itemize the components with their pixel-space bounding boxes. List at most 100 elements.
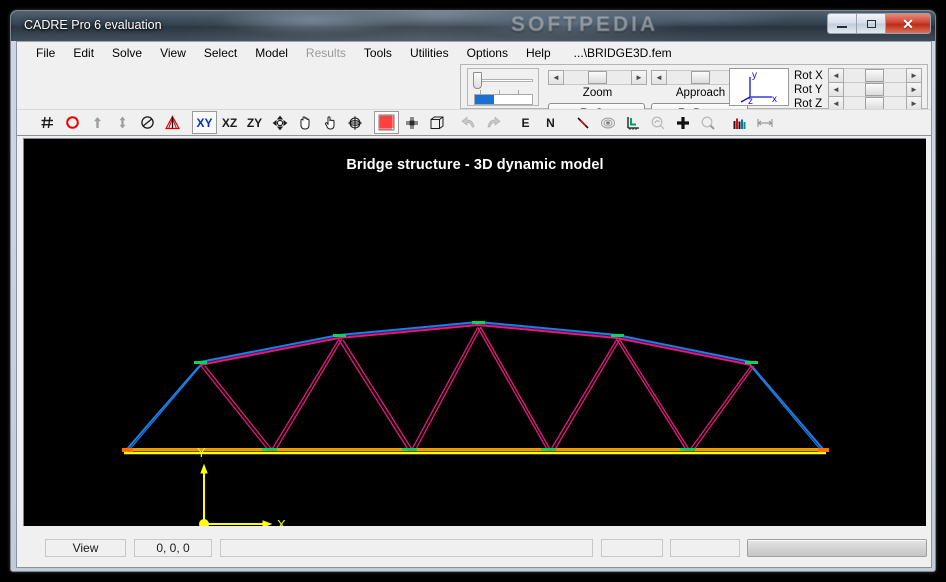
arrow-updown-icon[interactable]: [110, 111, 135, 134]
rot-x-increase-button[interactable]: ►: [906, 68, 922, 83]
status-mode-cell: View: [45, 539, 126, 557]
animation-progress-bar: [474, 94, 533, 105]
axis-y-label: Y: [197, 445, 206, 460]
zoom-out-icon[interactable]: [645, 111, 670, 134]
control-panel-frame: ◄ ► Zoom ◄ ► Approach ReSet: [460, 64, 928, 122]
zoom-in-icon[interactable]: [695, 111, 720, 134]
pointer-hand-icon[interactable]: [317, 111, 342, 134]
menu-select[interactable]: Select: [195, 44, 246, 62]
axis-preview-glyph: y x z: [740, 70, 777, 105]
menu-file[interactable]: File: [27, 44, 64, 62]
view-xz-label: XZ: [221, 115, 238, 130]
menu-tools[interactable]: Tools: [355, 44, 401, 62]
bridge-truss-model: Y X: [122, 320, 829, 526]
current-file-path: ...\BRIDGE3D.fem: [573, 46, 672, 60]
maximize-button[interactable]: [856, 13, 885, 34]
view-xy-button[interactable]: XY: [192, 111, 217, 134]
add-plus-icon[interactable]: [670, 111, 695, 134]
move-icon[interactable]: [267, 111, 292, 134]
status-field-a-cell: [601, 539, 663, 557]
maximize-icon: [866, 19, 876, 28]
rot-y-track[interactable]: [844, 82, 906, 97]
minimize-icon: [837, 25, 847, 28]
menu-utilities[interactable]: Utilities: [401, 44, 458, 62]
menu-solve[interactable]: Solve: [103, 44, 151, 62]
model-viewport[interactable]: Bridge structure - 3D dynamic model Y X: [23, 138, 926, 526]
menu-options[interactable]: Options: [458, 44, 517, 62]
svg-text:y: y: [752, 70, 757, 81]
bottom-chord-group: [124, 448, 826, 455]
bar-chart-icon[interactable]: [727, 111, 752, 134]
view-xz-button[interactable]: XZ: [217, 111, 242, 134]
line-element-icon[interactable]: [570, 111, 595, 134]
menu-view[interactable]: View: [151, 44, 195, 62]
pan-hand-icon[interactable]: [292, 111, 317, 134]
axis-orientation-preview: y x z: [729, 68, 789, 106]
element-label-e-button[interactable]: E: [513, 111, 538, 134]
rot-x-thumb[interactable]: [865, 69, 884, 82]
node-label-n-text: N: [546, 115, 555, 130]
cube-icon[interactable]: [424, 111, 449, 134]
magnitude-slider-thumb[interactable]: [473, 72, 482, 89]
rot-x-decrease-button[interactable]: ◄: [828, 68, 844, 83]
status-progress-bar: [747, 539, 927, 557]
view-zy-button[interactable]: ZY: [242, 111, 267, 134]
menu-results: Results: [305, 46, 346, 60]
application-window: SOFTPEDIA CADRE Pro 6 evaluation ✕ File …: [10, 10, 936, 572]
client-area: File Edit Solve View Select Model Result…: [16, 41, 932, 568]
status-message-cell: [220, 539, 593, 557]
rot-y-decrease-button[interactable]: ◄: [828, 82, 844, 97]
menu-edit[interactable]: Edit: [64, 44, 103, 62]
top-chord-group: [199, 320, 752, 366]
menu-bar: File Edit Solve View Select Model Result…: [17, 42, 931, 64]
node-circle-icon[interactable]: [60, 111, 85, 134]
animation-progress-fill: [475, 95, 495, 104]
view-control-panel: ◄ ► Zoom ◄ ► Approach ReSet: [17, 64, 931, 122]
view-xy-label: XY: [196, 115, 213, 130]
view-zy-label: ZY: [246, 115, 263, 130]
rot-x-track[interactable]: [844, 68, 906, 83]
minimize-button[interactable]: [827, 13, 856, 34]
axis-indicator: Y X: [197, 445, 286, 526]
zoom-increase-button[interactable]: ►: [631, 70, 647, 85]
menu-model[interactable]: Model: [246, 44, 297, 62]
approach-decrease-button[interactable]: ◄: [651, 70, 667, 85]
shell-element-icon[interactable]: [595, 111, 620, 134]
status-coordinates-cell: 0, 0, 0: [134, 539, 212, 557]
undo-icon[interactable]: [456, 111, 481, 134]
rotate-target-icon[interactable]: [342, 111, 367, 134]
svg-text:x: x: [772, 94, 777, 105]
approach-scroll-track[interactable]: [667, 70, 734, 85]
rot-y-increase-button[interactable]: ►: [906, 82, 922, 97]
no-entry-icon[interactable]: [135, 111, 160, 134]
close-icon: ✕: [902, 15, 914, 32]
node-marker-icon[interactable]: [399, 111, 424, 134]
grid-hash-icon[interactable]: [35, 111, 60, 134]
axis-x-label: X: [277, 517, 286, 526]
magnitude-slider-track[interactable]: [476, 79, 533, 82]
svg-text:z: z: [748, 96, 753, 105]
axis-local-icon[interactable]: [620, 111, 645, 134]
menu-help[interactable]: Help: [517, 44, 560, 62]
zoom-scrollbar[interactable]: ◄ ►: [548, 70, 647, 85]
zoom-scroll-thumb[interactable]: [588, 71, 607, 84]
rot-y-thumb[interactable]: [865, 83, 884, 96]
approach-scroll-thumb[interactable]: [691, 71, 710, 84]
main-toolbar: XY XZ ZY E N: [17, 109, 931, 136]
node-label-n-button[interactable]: N: [538, 111, 563, 134]
warning-triangle-icon[interactable]: [160, 111, 185, 134]
zoom-decrease-button[interactable]: ◄: [548, 70, 564, 85]
rot-y-control[interactable]: Rot Y ◄ ►: [794, 82, 922, 97]
zoom-scroll-track[interactable]: [564, 70, 631, 85]
rot-y-label: Rot Y: [794, 83, 823, 96]
window-title: CADRE Pro 6 evaluation: [24, 18, 162, 32]
grid-mesh-icon[interactable]: [374, 111, 399, 134]
rot-x-control[interactable]: Rot X ◄ ►: [794, 68, 922, 83]
measure-span-icon[interactable]: [752, 111, 777, 134]
arrow-up-icon[interactable]: [85, 111, 110, 134]
status-field-b-cell: [670, 539, 740, 557]
window-controls: ✕: [827, 13, 931, 34]
rot-z-label: Rot Z: [794, 97, 823, 110]
close-button[interactable]: ✕: [885, 13, 931, 34]
redo-icon[interactable]: [481, 111, 506, 134]
